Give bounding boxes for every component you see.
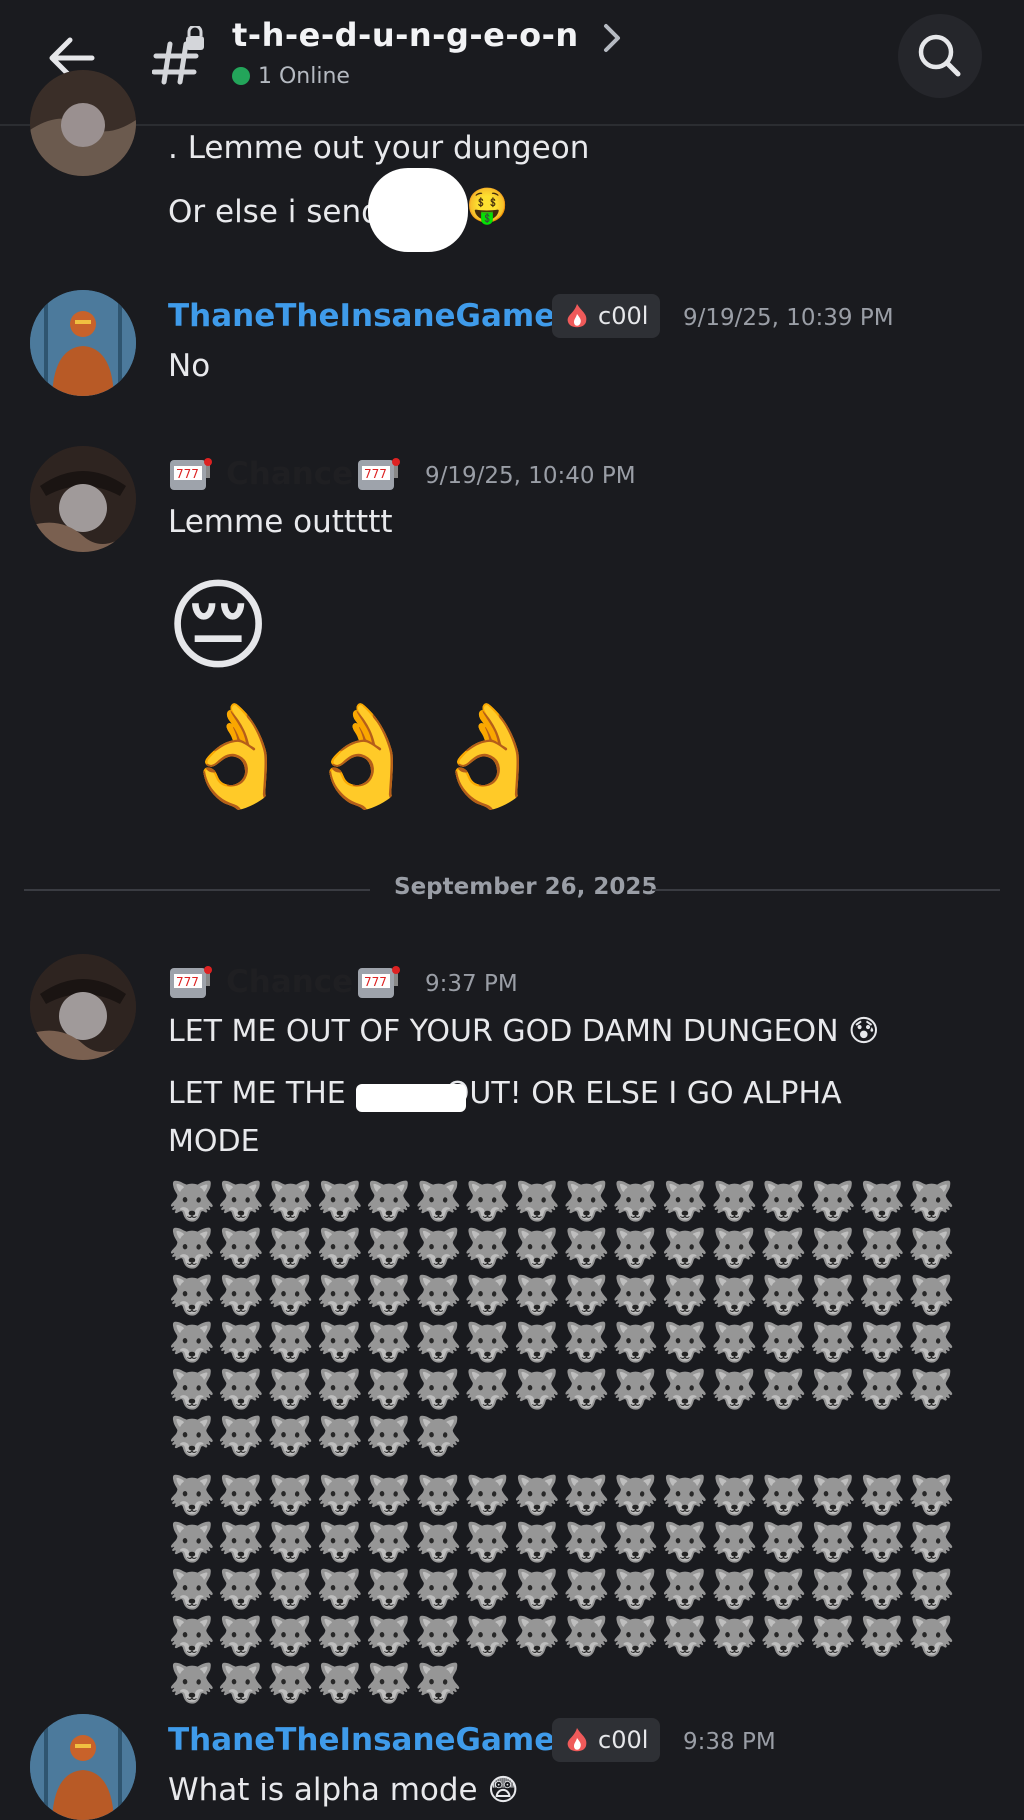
slot-machine-icon: 777 xyxy=(358,458,400,490)
timestamp: 9:38 PM xyxy=(683,1729,776,1755)
svg-text:777: 777 xyxy=(176,467,199,481)
message-text: Lemme outtttt xyxy=(168,504,393,540)
censor-scribble xyxy=(368,168,468,252)
svg-text:777: 777 xyxy=(364,975,387,989)
message-line: LET ME THE OUT! OR ELSE I GO ALPHA xyxy=(168,1076,842,1111)
censor-scribble xyxy=(356,1084,466,1112)
slot-machine-icon: 777 xyxy=(358,966,400,998)
date-divider: September 26, 2025 xyxy=(394,874,658,900)
timestamp: 9/19/25, 10:40 PM xyxy=(425,463,636,489)
date-divider-line xyxy=(24,889,370,891)
online-status: 1 Online xyxy=(232,64,350,89)
message-text: What is alpha mode 😨 xyxy=(168,1772,519,1808)
message-line: LET ME OUT OF YOUR GOD DAMN DUNGEON 😰 xyxy=(168,1014,880,1049)
username[interactable]: Chance xyxy=(226,962,353,1002)
message-line: MODE xyxy=(168,1124,260,1159)
slot-machine-icon: 777 xyxy=(170,966,212,998)
fearful-face-emoji: 😨 xyxy=(487,1773,519,1808)
wolf-emoji-block: 🐺🐺🐺🐺🐺🐺🐺🐺🐺🐺🐺🐺🐺🐺🐺🐺🐺🐺🐺🐺🐺🐺🐺🐺🐺🐺🐺🐺🐺🐺🐺🐺🐺🐺🐺🐺🐺🐺🐺🐺… xyxy=(168,1473,958,1705)
avatar-thane[interactable] xyxy=(30,290,136,396)
date-divider-line xyxy=(652,889,1000,891)
channel-header: t-h-e-d-u-n-g-e-o-n 1 Online xyxy=(0,0,1024,126)
ok-hand-emoji: 👌 xyxy=(426,697,551,814)
money-face-emoji: 🤑 xyxy=(466,186,509,226)
locked-channel-hash-icon xyxy=(152,26,204,85)
search-button[interactable] xyxy=(898,14,982,98)
avatar-chance[interactable] xyxy=(30,70,136,176)
message-text: No xyxy=(168,348,211,384)
username[interactable]: Chance xyxy=(226,454,353,494)
online-count: 1 Online xyxy=(258,64,350,89)
svg-text:777: 777 xyxy=(364,467,387,481)
ok-hand-emoji: 👌 xyxy=(300,697,425,814)
pensive-face-emoji: 😔 xyxy=(166,567,271,684)
avatar-chance[interactable] xyxy=(30,954,136,1060)
avatar-thane[interactable] xyxy=(30,1714,136,1820)
slot-machine-icon: 777 xyxy=(170,458,212,490)
ok-hand-emoji: 👌 xyxy=(174,697,299,814)
role-tag: c00l xyxy=(552,294,661,338)
message-line: . Lemme out your dungeon xyxy=(168,130,590,166)
username[interactable]: ThaneTheInsaneGamer xyxy=(168,296,571,336)
timestamp: 9/19/25, 10:39 PM xyxy=(683,305,894,331)
online-dot-icon xyxy=(232,67,250,85)
anxious-sweat-emoji: 😰 xyxy=(848,1014,880,1049)
channel-name[interactable]: t-h-e-d-u-n-g-e-o-n xyxy=(232,16,579,54)
flame-icon xyxy=(567,1728,587,1752)
search-icon xyxy=(918,34,961,77)
role-tag: c00l xyxy=(552,1718,661,1762)
message-line: Or else i send xyxy=(168,194,381,230)
svg-text:777: 777 xyxy=(176,975,199,989)
username[interactable]: ThaneTheInsaneGamer xyxy=(168,1720,571,1760)
avatar-chance[interactable] xyxy=(30,446,136,552)
chevron-right-icon[interactable] xyxy=(598,20,626,56)
wolf-emoji-block: 🐺🐺🐺🐺🐺🐺🐺🐺🐺🐺🐺🐺🐺🐺🐺🐺🐺🐺🐺🐺🐺🐺🐺🐺🐺🐺🐺🐺🐺🐺🐺🐺🐺🐺🐺🐺🐺🐺🐺🐺… xyxy=(168,1179,958,1458)
flame-icon xyxy=(567,304,587,328)
timestamp: 9:37 PM xyxy=(425,971,518,997)
